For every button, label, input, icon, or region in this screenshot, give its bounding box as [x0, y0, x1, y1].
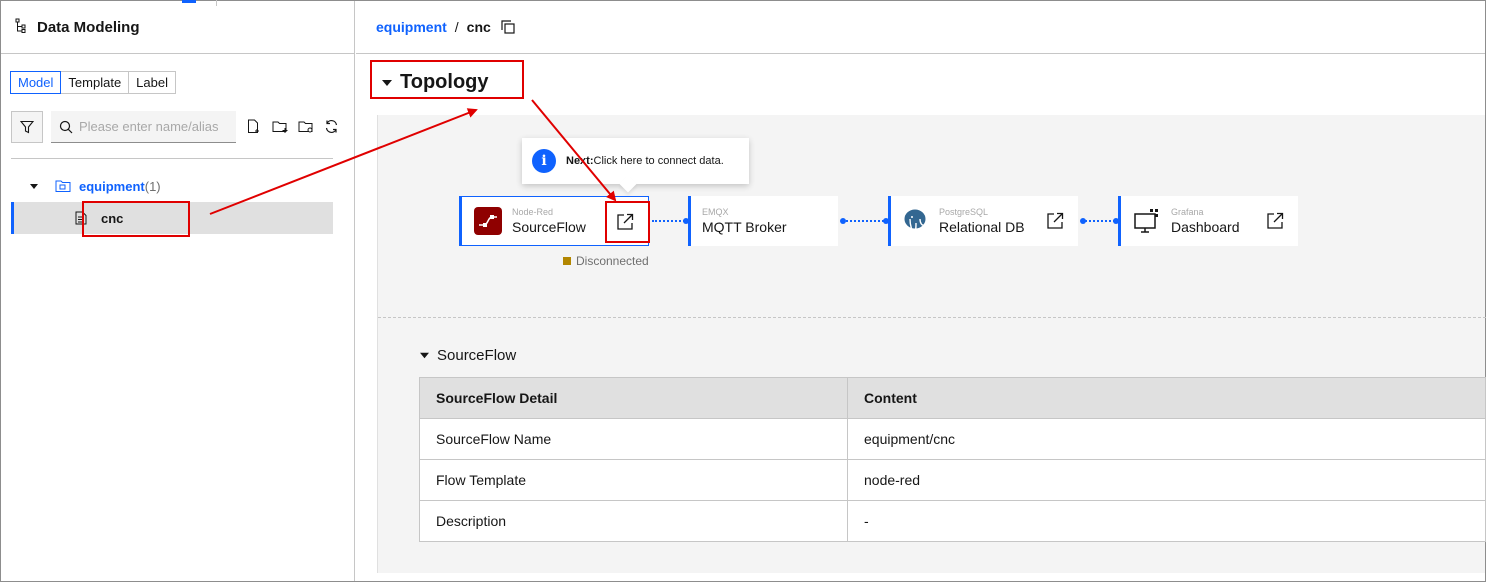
- status-indicator: [563, 257, 571, 265]
- postgresql-icon: [901, 207, 929, 235]
- node-name: Relational DB: [939, 219, 1025, 235]
- breadcrumb-current: cnc: [466, 19, 491, 35]
- tab-label[interactable]: Label: [128, 71, 176, 94]
- dashboard-icon: [1133, 207, 1161, 235]
- tab-template[interactable]: Template: [60, 71, 130, 94]
- node-name: MQTT Broker: [702, 219, 787, 235]
- table-row: Flow Template node-red: [419, 459, 1486, 501]
- new-folder-icon[interactable]: [271, 118, 288, 135]
- status-text: Disconnected: [576, 254, 649, 268]
- data-modeling-icon: [15, 18, 31, 37]
- caret-down-icon: [420, 352, 429, 359]
- node-subtitle: PostgreSQL: [939, 207, 989, 217]
- search-box: [51, 111, 236, 143]
- copy-icon[interactable]: [499, 17, 515, 37]
- table-header: SourceFlow Detail: [419, 377, 848, 419]
- node-subtitle: Node-Red: [512, 207, 554, 217]
- filter-button[interactable]: [11, 111, 43, 143]
- tab-model[interactable]: Model: [10, 71, 62, 94]
- refresh-icon[interactable]: [323, 118, 340, 135]
- sourceflow-table: SourceFlow Detail Content SourceFlow Nam…: [419, 377, 1486, 542]
- annotation-box-open-sourceflow: [605, 201, 650, 243]
- main-content: equipment / cnc Topology i Next:Click he…: [356, 1, 1486, 581]
- tree-folder-label: equipment: [79, 178, 145, 194]
- open-external-icon[interactable]: [1266, 212, 1284, 230]
- breadcrumb: equipment / cnc: [356, 1, 1485, 54]
- sidebar-header: Data Modeling: [1, 1, 354, 54]
- node-mqtt-broker[interactable]: EMQX MQTT Broker: [688, 196, 838, 246]
- table-cell: equipment/cnc: [847, 418, 1486, 460]
- node-relational-db[interactable]: PostgreSQL Relational DB: [888, 196, 1078, 246]
- sourceflow-section-toggle[interactable]: SourceFlow: [420, 347, 516, 364]
- node-dashboard[interactable]: Grafana Dashboard: [1118, 196, 1298, 246]
- table-cell: Flow Template: [419, 459, 848, 501]
- tree-toolbar: [245, 118, 340, 135]
- node-name: Dashboard: [1171, 219, 1240, 235]
- folder-icon: [55, 180, 71, 192]
- annotation-box-topology: [370, 60, 524, 99]
- sourceflow-title: SourceFlow: [437, 347, 517, 364]
- search-icon: [59, 120, 73, 133]
- breadcrumb-separator: /: [454, 19, 459, 35]
- table-cell: Description: [419, 500, 848, 542]
- table-cell: node-red: [847, 459, 1486, 501]
- topology-panel: i Next:Click here to connect data. Node-…: [377, 115, 1486, 573]
- open-external-icon[interactable]: [1046, 212, 1064, 230]
- model-tabs: Model Template Label: [10, 71, 176, 94]
- table-header: Content: [847, 377, 1486, 419]
- breadcrumb-link-equipment[interactable]: equipment: [376, 19, 447, 35]
- connection-status: Disconnected: [563, 254, 649, 268]
- table-header-row: SourceFlow Detail Content: [419, 377, 1486, 419]
- node-subtitle: EMQX: [702, 207, 729, 217]
- sidebar-divider: [11, 158, 333, 159]
- node-red-icon: [474, 207, 502, 235]
- table-row: Description -: [419, 500, 1486, 542]
- sidebar: Data Modeling Model Template Label equip…: [1, 1, 355, 581]
- filter-icon: [20, 120, 34, 134]
- next-step-tooltip: i Next:Click here to connect data.: [522, 138, 749, 184]
- table-row: SourceFlow Name equipment/cnc: [419, 418, 1486, 460]
- tooltip-bold: Next:: [566, 155, 594, 167]
- info-icon: i: [532, 149, 556, 173]
- connector-line: [842, 220, 888, 222]
- tree-folder-count: (1): [144, 178, 161, 194]
- annotation-box-cnc: [82, 201, 190, 237]
- tree-folder-equipment[interactable]: equipment (1): [11, 173, 333, 199]
- node-subtitle: Grafana: [1171, 207, 1204, 217]
- search-input[interactable]: [79, 119, 229, 134]
- table-cell: SourceFlow Name: [419, 418, 848, 460]
- new-file-icon[interactable]: [245, 118, 262, 135]
- tooltip-text: Click here to connect data.: [593, 155, 724, 167]
- panel-divider: [378, 317, 1486, 318]
- caret-down-icon[interactable]: [29, 181, 39, 191]
- sidebar-title: Data Modeling: [37, 18, 140, 36]
- table-cell: -: [847, 500, 1486, 542]
- node-name: SourceFlow: [512, 219, 586, 235]
- folder-settings-icon[interactable]: [297, 118, 314, 135]
